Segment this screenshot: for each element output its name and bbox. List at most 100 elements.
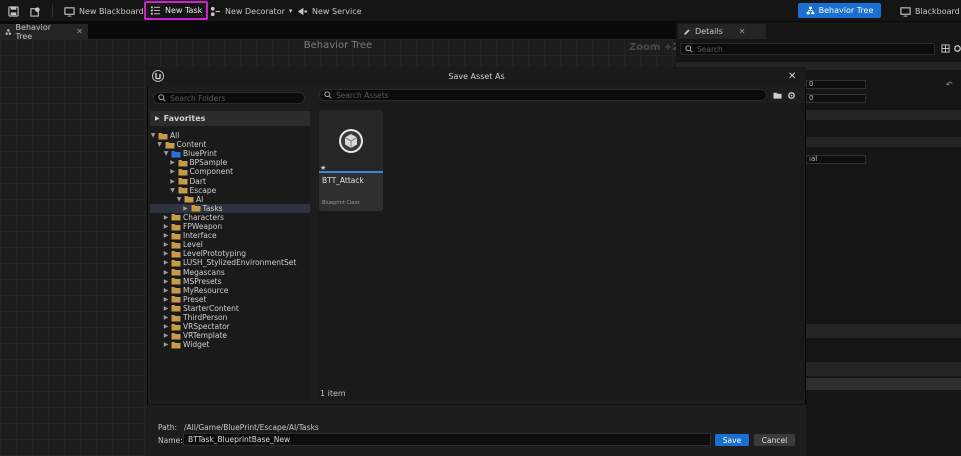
tree-item-vrspectator[interactable]: ▶ VRSpectator (163, 322, 230, 331)
path-label: Path: (158, 423, 178, 432)
open-folder-icon (158, 132, 168, 139)
tab-details[interactable]: Details ✕ (678, 24, 766, 39)
search-icon (324, 91, 332, 99)
tree-item-dart[interactable]: ▶ Dart (170, 177, 206, 186)
behavior-tree-mode-button[interactable]: Behavior Tree (798, 3, 881, 18)
asset-name: BTT_Attack (322, 176, 364, 185)
blackboard-mode-button[interactable]: Blackboard (896, 2, 961, 20)
details-field-b[interactable]: 0 (806, 94, 866, 103)
settings-gear-icon[interactable] (953, 44, 961, 53)
close-icon[interactable]: ✕ (788, 71, 796, 82)
new-blackboard-button[interactable]: New Blackboard (60, 2, 148, 20)
folder-search-input[interactable]: Search Folders (153, 92, 305, 104)
dialog-title: Save Asset As (448, 72, 505, 81)
close-tab-icon[interactable]: ✕ (76, 27, 83, 36)
tree-item-label: All (170, 131, 180, 140)
tree-item-fpweapon[interactable]: ▶ FPWeapon (163, 222, 222, 231)
tree-item-bpsample[interactable]: ▶ BPSample (170, 158, 227, 167)
tree-item-content[interactable]: ▼ Content (157, 140, 206, 149)
graph-title: Behavior Tree (303, 40, 373, 51)
chevron-right-icon[interactable]: ▶ (163, 287, 169, 294)
asset-search-input[interactable]: Search Assets (319, 89, 767, 101)
chevron-right-icon[interactable]: ▶ (163, 314, 169, 321)
tree-item-component[interactable]: ▶ Component (170, 167, 233, 176)
chevron-down-icon[interactable]: ▼ (170, 187, 176, 194)
chevron-right-icon[interactable]: ▶ (163, 323, 169, 330)
toolbar-divider (52, 4, 53, 18)
chevron-right-icon[interactable]: ▶ (163, 341, 169, 348)
tab-details-label: Details (695, 27, 723, 36)
chevron-down-icon[interactable]: ▼ (157, 141, 163, 148)
blackboard-icon (64, 6, 75, 17)
tree-item-startercontent[interactable]: ▶ StarterContent (163, 304, 239, 313)
new-task-button[interactable]: New Task (144, 1, 209, 20)
chevron-right-icon[interactable]: ▶ (163, 278, 169, 285)
reset-arrow-icon[interactable]: ↶ (946, 80, 953, 89)
new-decorator-button[interactable]: New Decorator ▾ (206, 2, 296, 20)
tree-item-megascans[interactable]: ▶ Megascans (163, 268, 225, 277)
tree-item-label: Tasks (202, 203, 223, 213)
tree-item-myresource[interactable]: ▶ MyResource (163, 285, 229, 295)
tree-item-ai[interactable]: ▼ AI (176, 195, 204, 204)
chevron-right-icon[interactable]: ▶ (163, 241, 169, 248)
tree-item-escape[interactable]: ▼ Escape (170, 186, 216, 195)
new-service-button[interactable]: New Service (293, 2, 366, 20)
tree-item-characters[interactable]: ▶ Characters (163, 213, 224, 222)
tree-item-interface[interactable]: ▶ Interface (163, 231, 217, 240)
tree-item-preset[interactable]: ▶ Preset (163, 295, 207, 304)
details-field-a[interactable]: 0 (806, 80, 866, 89)
details-field-c[interactable]: ıal (806, 155, 866, 164)
tree-item-levelprototyping[interactable]: ▶ LevelPrototyping (163, 249, 246, 258)
tree-item-label: MyResource (183, 285, 229, 295)
details-search-input[interactable]: Search (680, 43, 935, 55)
chevron-right-icon[interactable]: ▶ (170, 159, 176, 166)
favorites-label: Favorites (163, 114, 206, 123)
chevron-right-icon[interactable]: ▶ (170, 178, 176, 185)
tree-item-blueprint[interactable]: ▼ BluePrint (163, 149, 217, 158)
details-search-placeholder: Search (697, 44, 723, 54)
chevron-right-icon[interactable]: ▶ (163, 332, 169, 339)
new-folder-icon[interactable] (773, 91, 782, 100)
chevron-right-icon[interactable]: ▶ (163, 259, 169, 266)
tree-item-mspresets[interactable]: ▶ MSPresets (163, 277, 222, 286)
folder-icon (171, 287, 181, 294)
tree-item-tasks[interactable]: ▶ Tasks (183, 203, 223, 213)
chevron-right-icon[interactable]: ▶ (163, 250, 169, 257)
name-label: Name: (158, 436, 183, 445)
save-icon[interactable] (4, 2, 23, 20)
decorator-icon (210, 6, 221, 16)
asset-search-placeholder: Search Assets (336, 90, 389, 100)
browse-icon[interactable] (26, 2, 45, 20)
chevron-down-icon[interactable]: ▼ (163, 150, 169, 157)
asset-name-input[interactable] (183, 433, 711, 446)
folder-search-placeholder: Search Folders (170, 93, 226, 103)
tree-item-lush-stylizedenvironmentset[interactable]: ▶ LUSH_StylizedEnvironmentSet (163, 258, 297, 267)
chevron-right-icon[interactable]: ▶ (163, 296, 169, 303)
tree-item-vrtemplate[interactable]: ▶ VRTemplate (163, 331, 227, 340)
chevron-right-icon[interactable]: ▶ (163, 305, 169, 312)
save-button[interactable]: Save (715, 434, 749, 446)
chevron-right-icon[interactable]: ▶ (183, 205, 189, 212)
tree-item-widget[interactable]: ▶ Widget (163, 340, 210, 349)
tree-item-label: Interface (183, 231, 217, 241)
chevron-right-icon[interactable]: ▶ (163, 232, 169, 239)
grid-view-icon[interactable] (941, 44, 950, 53)
tree-item-level[interactable]: ▶ Level (163, 240, 203, 249)
chevron-down-icon[interactable]: ▼ (150, 132, 156, 139)
chevron-right-icon[interactable]: ▶ (163, 223, 169, 230)
chevron-right-icon[interactable]: ▶ (170, 168, 176, 175)
close-tab-icon[interactable]: ✕ (739, 27, 746, 36)
tree-item-thirdperson[interactable]: ▶ ThirdPerson (163, 313, 228, 322)
view-settings-gear-icon[interactable] (787, 91, 796, 100)
chevron-down-icon[interactable]: ▼ (176, 196, 182, 203)
favorites-header[interactable]: ▶ Favorites (150, 111, 310, 126)
new-task-label: New Task (165, 6, 203, 15)
tree-item-all[interactable]: ▼ All (150, 131, 180, 140)
folder-icon (171, 323, 181, 331)
tab-behavior-tree[interactable]: Behavior Tree ✕ (0, 23, 88, 41)
cancel-button[interactable]: Cancel (754, 434, 795, 446)
tree-item-label: Dart (189, 176, 206, 186)
chevron-right-icon[interactable]: ▶ (163, 214, 169, 221)
chevron-right-icon[interactable]: ▶ (163, 269, 169, 276)
search-icon (158, 94, 166, 102)
